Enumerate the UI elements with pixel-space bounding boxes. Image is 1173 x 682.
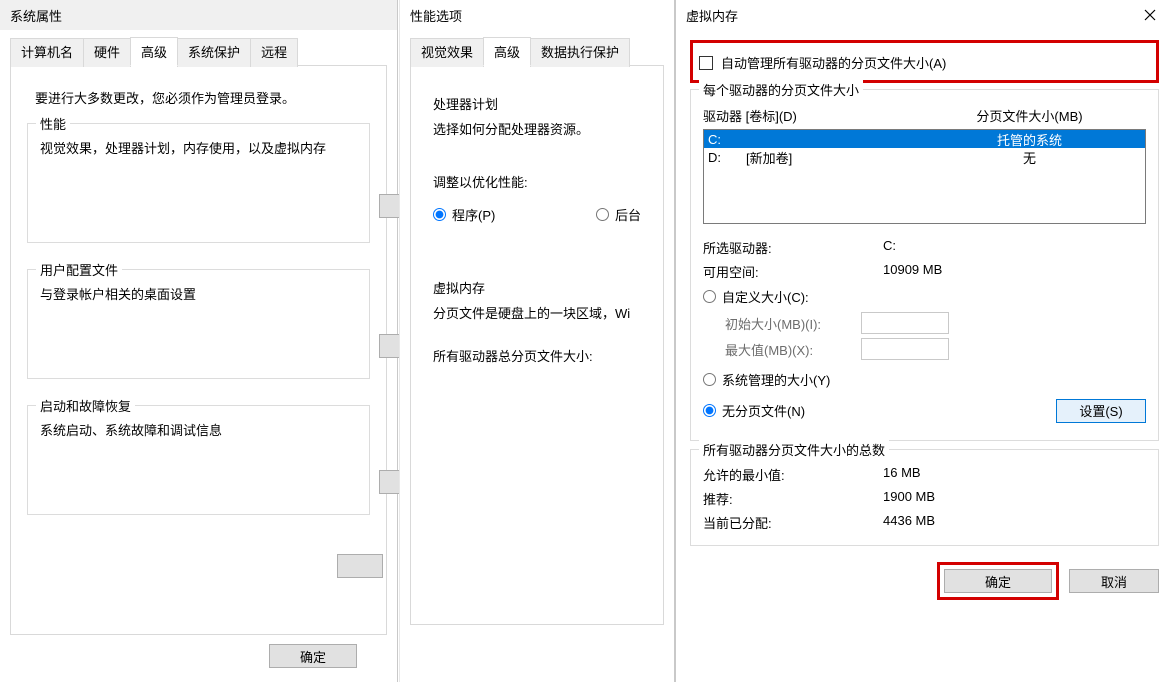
radio-system-managed-label: 系统管理的大小(Y) bbox=[722, 370, 830, 389]
sysprops-ok-button[interactable]: 确定 bbox=[269, 644, 357, 668]
radio-background-label: 后台 bbox=[615, 205, 641, 224]
close-button[interactable] bbox=[1127, 0, 1173, 30]
user-profiles-group-title: 用户配置文件 bbox=[36, 260, 122, 279]
radio-programs-input[interactable] bbox=[433, 208, 446, 221]
drive-d-size: 无 bbox=[914, 148, 1145, 167]
max-size-label: 最大值(MB)(X): bbox=[725, 340, 861, 359]
radio-custom-size[interactable]: 自定义大小(C): bbox=[703, 287, 1146, 306]
selected-drive-value: C: bbox=[883, 238, 1146, 257]
initial-size-label: 初始大小(MB)(I): bbox=[725, 314, 861, 333]
perf-tabpanel: 处理器计划 选择如何分配处理器资源。 调整以优化性能: 程序(P) 后台 虚拟内… bbox=[410, 65, 664, 625]
header-drive: 驱动器 [卷标](D) bbox=[703, 106, 913, 125]
startup-recovery-group: 启动和故障恢复 系统启动、系统故障和调试信息 bbox=[27, 405, 370, 515]
radio-programs[interactable]: 程序(P) bbox=[433, 205, 495, 224]
rec-label: 推荐: bbox=[703, 489, 883, 508]
totals-group: 所有驱动器分页文件大小的总数 允许的最小值:16 MB 推荐:1900 MB 当… bbox=[690, 449, 1159, 546]
set-button[interactable]: 设置(S) bbox=[1056, 399, 1146, 423]
vm-total-label: 所有驱动器总分页文件大小: bbox=[433, 346, 641, 365]
performance-options-dialog: 性能选项 视觉效果 高级 数据执行保护 处理器计划 选择如何分配处理器资源。 调… bbox=[399, 0, 675, 682]
totals-group-title: 所有驱动器分页文件大小的总数 bbox=[699, 440, 889, 459]
max-size-input[interactable] bbox=[861, 338, 949, 360]
vm-section-desc: 分页文件是硬盘上的一块区域，Wi bbox=[433, 303, 641, 322]
virtual-memory-dialog: 虚拟内存 自动管理所有驱动器的分页文件大小(A) 每个驱动器的分页文件大小 驱动… bbox=[675, 0, 1173, 682]
cur-label: 当前已分配: bbox=[703, 513, 883, 532]
tab-remote[interactable]: 远程 bbox=[250, 38, 298, 67]
radio-system-managed[interactable]: 系统管理的大小(Y) bbox=[703, 370, 1146, 389]
auto-manage-checkbox[interactable] bbox=[699, 56, 713, 70]
vm-section-title: 虚拟内存 bbox=[433, 278, 641, 297]
drive-c-label: C: bbox=[704, 132, 746, 147]
rec-value: 1900 MB bbox=[883, 489, 1146, 508]
radio-custom-size-label: 自定义大小(C): bbox=[722, 287, 809, 306]
tab-advanced[interactable]: 高级 bbox=[130, 37, 178, 66]
tab-dep[interactable]: 数据执行保护 bbox=[530, 38, 630, 67]
radio-background-clipped[interactable]: 后台 bbox=[596, 205, 641, 224]
radio-background-input[interactable] bbox=[596, 208, 609, 221]
vm-button-row: 确定 取消 bbox=[676, 552, 1173, 614]
radio-system-managed-input[interactable] bbox=[703, 373, 716, 386]
perf-title: 性能选项 bbox=[410, 6, 462, 25]
radio-no-paging-input[interactable] bbox=[703, 404, 716, 417]
vm-titlebar: 虚拟内存 bbox=[676, 0, 1173, 30]
perf-titlebar: 性能选项 bbox=[400, 0, 674, 30]
auto-manage-label: 自动管理所有驱动器的分页文件大小(A) bbox=[721, 53, 946, 72]
processor-scheduling-title: 处理器计划 bbox=[433, 94, 641, 113]
vm-ok-button[interactable]: 确定 bbox=[944, 569, 1052, 593]
performance-group-title: 性能 bbox=[36, 114, 70, 133]
user-profiles-group-desc: 与登录帐户相关的桌面设置 bbox=[40, 284, 357, 303]
radio-no-paging-label: 无分页文件(N) bbox=[722, 401, 805, 420]
available-space-value: 10909 MB bbox=[883, 262, 1146, 281]
initial-size-input[interactable] bbox=[861, 312, 949, 334]
close-icon bbox=[1144, 9, 1156, 21]
drive-row-d[interactable]: D: [新加卷] 无 bbox=[704, 148, 1145, 166]
drive-list-header: 驱动器 [卷标](D) 分页文件大小(MB) bbox=[703, 106, 1146, 125]
cur-value: 4436 MB bbox=[883, 513, 1146, 532]
startup-recovery-group-desc: 系统启动、系统故障和调试信息 bbox=[40, 420, 357, 439]
admin-intro-text: 要进行大多数更改，您必须作为管理员登录。 bbox=[35, 88, 362, 107]
available-space-row: 可用空间: 10909 MB bbox=[703, 262, 1146, 281]
header-size: 分页文件大小(MB) bbox=[913, 106, 1146, 125]
startup-recovery-group-title: 启动和故障恢复 bbox=[36, 396, 135, 415]
processor-scheduling-desc: 选择如何分配处理器资源。 bbox=[433, 119, 641, 138]
adjust-label: 调整以优化性能: bbox=[433, 172, 641, 191]
drive-d-label: D: bbox=[704, 150, 746, 165]
sysprops-tabpanel: 要进行大多数更改，您必须作为管理员登录。 性能 视觉效果，处理器计划，内存使用，… bbox=[10, 65, 387, 635]
radio-no-paging[interactable]: 无分页文件(N) bbox=[703, 401, 805, 420]
drive-list[interactable]: C: 托管的系统 D: [新加卷] 无 bbox=[703, 129, 1146, 224]
radio-programs-label: 程序(P) bbox=[452, 205, 495, 224]
drive-d-volume: [新加卷] bbox=[746, 148, 914, 167]
available-space-label: 可用空间: bbox=[703, 262, 883, 281]
vm-title: 虚拟内存 bbox=[686, 6, 738, 25]
max-size-row: 最大值(MB)(X): bbox=[725, 338, 1146, 360]
sysprops-titlebar: 系统属性 bbox=[0, 0, 397, 30]
tab-hardware[interactable]: 硬件 bbox=[83, 38, 131, 67]
user-profiles-group: 用户配置文件 与登录帐户相关的桌面设置 bbox=[27, 269, 370, 379]
min-label: 允许的最小值: bbox=[703, 465, 883, 484]
vm-section: 虚拟内存 分页文件是硬盘上的一块区域，Wi 所有驱动器总分页文件大小: bbox=[433, 278, 641, 365]
sysprops-title: 系统属性 bbox=[10, 6, 62, 25]
performance-group: 性能 视觉效果，处理器计划，内存使用，以及虚拟内存 bbox=[27, 123, 370, 243]
drive-paging-group-title: 每个驱动器的分页文件大小 bbox=[699, 80, 863, 99]
min-value: 16 MB bbox=[883, 465, 1146, 484]
sysprops-tabs: 计算机名 硬件 高级 系统保护 远程 bbox=[10, 36, 387, 65]
vm-cancel-button[interactable]: 取消 bbox=[1069, 569, 1159, 593]
drive-c-size: 托管的系统 bbox=[914, 130, 1145, 149]
processor-scheduling-group: 处理器计划 选择如何分配处理器资源。 调整以优化性能: 程序(P) 后台 bbox=[433, 94, 641, 230]
radio-custom-size-input[interactable] bbox=[703, 290, 716, 303]
tab-computer-name[interactable]: 计算机名 bbox=[10, 38, 84, 67]
drive-row-c[interactable]: C: 托管的系统 bbox=[704, 130, 1145, 148]
tab-perf-advanced[interactable]: 高级 bbox=[483, 37, 531, 66]
selected-drive-label: 所选驱动器: bbox=[703, 238, 883, 257]
tab-system-protection[interactable]: 系统保护 bbox=[177, 38, 251, 67]
selected-drive-row: 所选驱动器: C: bbox=[703, 238, 1146, 257]
performance-group-desc: 视觉效果，处理器计划，内存使用，以及虚拟内存 bbox=[40, 138, 357, 157]
env-vars-button-clipped[interactable] bbox=[337, 554, 383, 578]
perf-tabs: 视觉效果 高级 数据执行保护 bbox=[410, 36, 664, 65]
drive-paging-group: 每个驱动器的分页文件大小 驱动器 [卷标](D) 分页文件大小(MB) C: 托… bbox=[690, 89, 1159, 441]
system-properties-dialog: 系统属性 计算机名 硬件 高级 系统保护 远程 要进行大多数更改，您必须作为管理… bbox=[0, 0, 398, 682]
auto-manage-highlight: 自动管理所有驱动器的分页文件大小(A) bbox=[690, 40, 1159, 83]
ok-highlight: 确定 bbox=[937, 562, 1059, 600]
tab-visual-effects[interactable]: 视觉效果 bbox=[410, 38, 484, 67]
initial-size-row: 初始大小(MB)(I): bbox=[725, 312, 1146, 334]
